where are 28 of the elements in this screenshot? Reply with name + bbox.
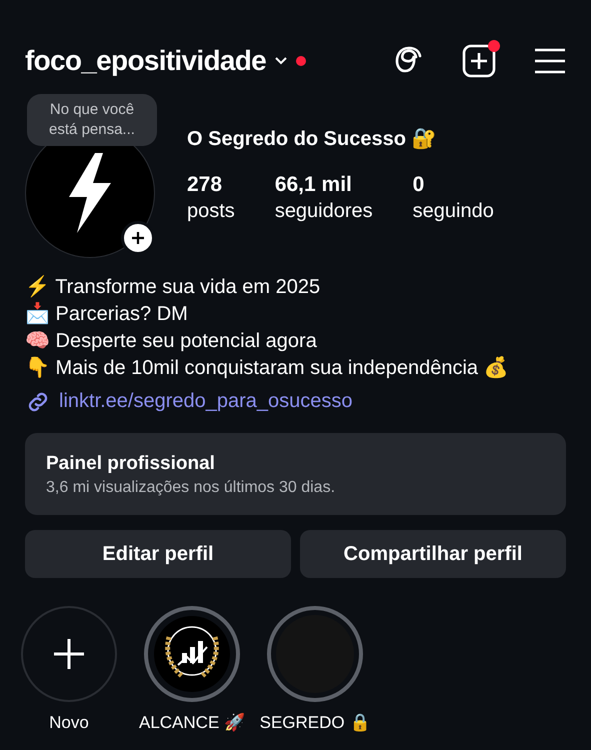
stat-label[interactable]: posts [187, 198, 235, 224]
stat-value[interactable]: 66,1 mil [274, 172, 373, 198]
bio-line: 🧠 Desperte seu potencial agora [25, 329, 318, 354]
highlight-label: Novo [49, 712, 89, 734]
menu-icon[interactable] [534, 48, 566, 74]
profile-action-button[interactable]: Editar perfil [25, 530, 291, 578]
highlight-label: SEGREDO 🔒 [260, 712, 370, 734]
card-subtitle: 3,6 mi visualizações nos últimos 30 dias. [46, 478, 336, 498]
highlight-label: ALCANCE 🚀 [138, 712, 246, 734]
plus-icon [131, 231, 145, 245]
stat-value[interactable]: 0 [412, 172, 494, 198]
bio-line: 📩 Parcerias? DM [25, 301, 189, 327]
plus-icon [52, 637, 86, 671]
chevron-down-icon[interactable] [274, 56, 288, 66]
add-post-icon[interactable] [462, 44, 496, 78]
card-title: Painel profissional [46, 452, 216, 476]
bio-line: ⚡ Transforme sua vida em 2025 [25, 274, 322, 300]
display-name: O Segredo do Sucesso 🔐 [187, 127, 438, 152]
note-tooltip[interactable]: No que você está pensa... [27, 94, 157, 146]
stat-label[interactable]: seguindo [412, 198, 494, 224]
bio-link[interactable]: linktr.ee/segredo_para_osucesso [59, 388, 353, 415]
chart-laurel-icon [153, 615, 231, 693]
username[interactable]: foco_epositividade [25, 40, 266, 82]
profile-action-button[interactable]: Compartilhar perfil [300, 530, 566, 578]
stat-label[interactable]: seguidores [274, 198, 373, 224]
professional-dashboard-card[interactable]: Painel profissional 3,6 mi visualizações nos últimos 30 dias. [25, 433, 566, 515]
stat-value[interactable]: 278 [187, 172, 235, 198]
bio-line: 👇 Mais de 10mil conquistaram sua independência 💰 [25, 355, 510, 381]
